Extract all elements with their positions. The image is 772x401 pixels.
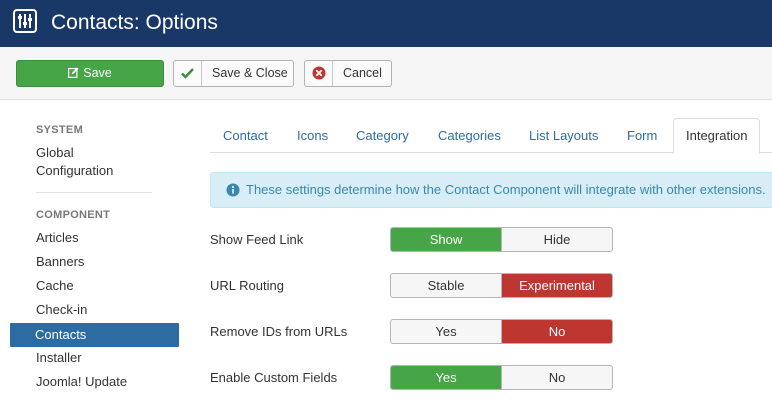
- info-icon: [226, 183, 240, 197]
- remove-ids-label: Remove IDs from URLs: [210, 324, 348, 339]
- close-circle-icon: [312, 66, 326, 80]
- save-close-label: Save & Close: [212, 66, 288, 80]
- page-title: Contacts: Options: [51, 11, 218, 34]
- sidebar-item-check-in[interactable]: Check-in: [36, 301, 87, 319]
- sidebar-heading-system: SYSTEM: [36, 124, 84, 136]
- url-routing-option-experimental[interactable]: Experimental: [502, 274, 612, 297]
- sidebar-item-joomla-update[interactable]: Joomla! Update: [36, 373, 127, 391]
- show-feed-link-option-show[interactable]: Show: [391, 228, 502, 251]
- toolbar: Save Save & Close Cancel: [0, 47, 772, 100]
- url-routing-toggle: Stable Experimental: [390, 273, 613, 298]
- remove-ids-option-yes[interactable]: Yes: [391, 320, 502, 343]
- tab-category[interactable]: Category: [356, 118, 409, 153]
- remove-ids-option-no[interactable]: No: [502, 320, 612, 343]
- save-close-button[interactable]: Save & Close: [173, 60, 294, 87]
- enable-custom-fields-option-no[interactable]: No: [502, 366, 612, 389]
- sidebar-divider: [36, 192, 152, 193]
- url-routing-label: URL Routing: [210, 278, 284, 293]
- enable-custom-fields-option-yes[interactable]: Yes: [391, 366, 502, 389]
- sidebar-item-contacts[interactable]: Contacts: [10, 323, 179, 347]
- sidebar-heading-component: COMPONENT: [36, 209, 111, 221]
- save-button-label: Save: [83, 66, 112, 80]
- tab-contact[interactable]: Contact: [223, 118, 268, 153]
- tab-icons[interactable]: Icons: [297, 118, 328, 153]
- sidebar-item-contacts-label: Contacts: [35, 327, 87, 342]
- enable-custom-fields-label: Enable Custom Fields: [210, 370, 338, 385]
- sidebar-item-articles[interactable]: Articles: [36, 229, 79, 247]
- page-header: Contacts: Options: [0, 0, 772, 47]
- url-routing-option-stable[interactable]: Stable: [391, 274, 502, 297]
- info-alert-message: These settings determine how the Contact…: [246, 182, 766, 197]
- options-sliders-icon: [13, 9, 37, 33]
- sidebar: SYSTEM Global Configuration COMPONENT Ar…: [0, 100, 190, 401]
- cancel-button[interactable]: Cancel: [304, 60, 392, 87]
- tab-categories[interactable]: Categories: [438, 118, 501, 153]
- enable-custom-fields-toggle: Yes No: [390, 365, 613, 390]
- sidebar-item-cache[interactable]: Cache: [36, 277, 74, 295]
- save-button[interactable]: Save: [16, 60, 164, 87]
- show-feed-link-label: Show Feed Link: [210, 232, 304, 247]
- edit-icon: [68, 67, 79, 78]
- options-tabs: Contact Icons Category Categories List L…: [210, 118, 772, 154]
- sidebar-item-banners[interactable]: Banners: [36, 253, 84, 271]
- tab-form[interactable]: Form: [627, 118, 657, 153]
- sidebar-item-installer[interactable]: Installer: [36, 349, 82, 367]
- sidebar-item-global-configuration[interactable]: Global Configuration: [36, 144, 136, 180]
- save-close-icon-box: [174, 61, 202, 86]
- show-feed-link-toggle: Show Hide: [390, 227, 613, 252]
- show-feed-link-option-hide[interactable]: Hide: [502, 228, 612, 251]
- cancel-icon-box: [305, 61, 333, 86]
- info-alert: These settings determine how the Contact…: [210, 172, 772, 208]
- tab-list-layouts[interactable]: List Layouts: [529, 118, 598, 153]
- remove-ids-toggle: Yes No: [390, 319, 613, 344]
- cancel-label: Cancel: [343, 66, 382, 80]
- checkmark-icon: [181, 68, 194, 79]
- tab-integration[interactable]: Integration: [673, 118, 761, 154]
